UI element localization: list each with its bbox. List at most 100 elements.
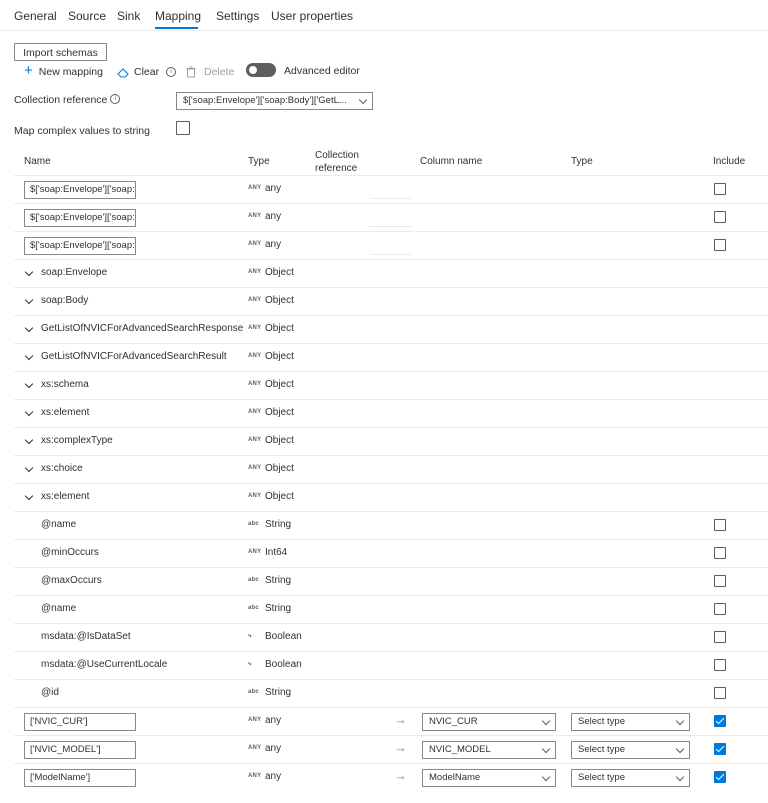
type-icon: ANY (248, 773, 262, 779)
type-label: Object (265, 407, 294, 418)
include-checkbox[interactable] (714, 659, 726, 671)
table-row: @maxOccurs abc String (14, 567, 768, 596)
type-icon: abc (248, 577, 259, 583)
chevron-down-icon[interactable] (24, 463, 34, 473)
name-path-input[interactable]: ['ModelName'] (24, 769, 136, 787)
new-mapping-label: New mapping (38, 66, 103, 78)
include-checkbox[interactable] (714, 239, 726, 251)
chevron-down-icon (541, 716, 551, 726)
type-icon: ANY (248, 549, 262, 555)
chevron-down-icon[interactable] (24, 491, 34, 501)
tab-sink[interactable]: Sink (117, 9, 140, 23)
tab-settings[interactable]: Settings (216, 9, 259, 23)
table-row: $['soap:Envelope']['soap: ANY any (14, 175, 768, 204)
type-label: any (265, 239, 282, 250)
sink-type-dropdown[interactable]: Select type (571, 741, 690, 759)
type-icon: abc (248, 689, 259, 695)
type-label: any (265, 771, 282, 782)
type-label: any (265, 211, 282, 222)
node-name: GetListOfNVICForAdvancedSearchResponse (41, 323, 244, 334)
column-name-dropdown[interactable]: NVIC_MODEL (422, 741, 556, 759)
include-checkbox[interactable] (714, 687, 726, 699)
type-icon: ANY (248, 717, 262, 723)
type-label: String (265, 575, 292, 586)
chevron-down-icon[interactable] (24, 407, 34, 417)
chevron-down-icon[interactable] (24, 323, 34, 333)
table-row: xs:element ANY Object (14, 483, 768, 512)
type-label: Int64 (265, 547, 288, 558)
type-label: Object (265, 323, 294, 334)
node-name: soap:Envelope (41, 267, 108, 278)
node-name: GetListOfNVICForAdvancedSearchResult (41, 351, 227, 362)
name-path-input[interactable]: $['soap:Envelope']['soap: (24, 181, 136, 199)
sink-type-dropdown[interactable]: Select type (571, 713, 690, 731)
type-label: String (265, 519, 292, 530)
table-row: $['soap:Envelope']['soap: ANY any (14, 203, 768, 232)
chevron-down-icon[interactable] (24, 351, 34, 361)
arrow-right-icon: → (394, 712, 407, 727)
tab-general[interactable]: General (14, 9, 57, 23)
type-icon: ANY (248, 381, 262, 387)
include-checkbox[interactable] (714, 519, 726, 531)
type-label: Object (265, 435, 294, 446)
name-path-input[interactable]: ['NVIC_MODEL'] (24, 741, 136, 759)
sink-type-value: Select type (578, 744, 625, 755)
type-icon: ANY (248, 297, 262, 303)
field-name: @minOccurs (41, 547, 99, 558)
type-icon: abc (248, 605, 259, 611)
header-include: Include (713, 156, 746, 167)
import-schemas-button[interactable]: Import schemas (14, 43, 107, 61)
table-row: msdata:@UseCurrentLocale ⤷ Boolean (14, 651, 768, 680)
name-path-input[interactable]: $['soap:Envelope']['soap: (24, 237, 136, 255)
chevron-down-icon[interactable] (24, 435, 34, 445)
include-checkbox[interactable] (714, 603, 726, 615)
clear-button[interactable]: Clear i (117, 64, 177, 80)
table-row: GetListOfNVICForAdvancedSearchResult ANY O… (14, 343, 768, 372)
chevron-down-icon[interactable] (24, 267, 34, 277)
include-checkbox[interactable] (714, 631, 726, 643)
new-mapping-button[interactable]: + New mapping (24, 63, 103, 80)
field-name: msdata:@IsDataSet (41, 631, 131, 642)
include-checkbox[interactable] (714, 575, 726, 587)
type-label: Object (265, 379, 294, 390)
tab-source[interactable]: Source (68, 9, 106, 23)
type-label: String (265, 603, 292, 614)
tab-mapping[interactable]: Mapping (155, 9, 201, 23)
column-name-dropdown[interactable]: ModelName (422, 769, 556, 787)
type-icon: ANY (248, 213, 262, 219)
type-icon: ANY (248, 465, 262, 471)
map-complex-checkbox[interactable] (176, 121, 190, 135)
table-row: soap:Body ANY Object (14, 287, 768, 316)
include-checkbox[interactable] (714, 547, 726, 559)
include-checkbox[interactable] (714, 743, 726, 755)
table-row: ['NVIC_CUR'] ANY any → NVIC_CUR Select type (14, 707, 768, 736)
include-checkbox[interactable] (714, 183, 726, 195)
chevron-down-icon[interactable] (24, 379, 34, 389)
delete-button[interactable]: Delete (186, 64, 234, 80)
header-collection-reference-line2: reference (315, 163, 358, 174)
type-label: Boolean (265, 659, 302, 670)
field-name: @name (41, 519, 77, 530)
advanced-editor-toggle[interactable] (246, 63, 276, 77)
sink-type-dropdown[interactable]: Select type (571, 769, 690, 787)
name-path-input[interactable]: ['NVIC_CUR'] (24, 713, 136, 731)
collection-reference-text: Collection reference (14, 94, 108, 106)
collection-reference-dropdown[interactable]: $['soap:Envelope']['soap:Body']['GetL... (176, 92, 373, 110)
collection-reference-cell (370, 198, 412, 199)
type-label: Object (265, 351, 294, 362)
trash-icon (186, 66, 196, 78)
toggle-knob (249, 66, 257, 74)
include-checkbox[interactable] (714, 211, 726, 223)
sink-type-value: Select type (578, 772, 625, 783)
tab-user-properties[interactable]: User properties (271, 9, 353, 23)
chevron-down-icon (541, 772, 551, 782)
name-path-input[interactable]: $['soap:Envelope']['soap: (24, 209, 136, 227)
header-sink-type: Type (571, 156, 593, 167)
table-row: xs:element ANY Object (14, 399, 768, 428)
include-checkbox[interactable] (714, 771, 726, 783)
column-name-dropdown[interactable]: NVIC_CUR (422, 713, 556, 731)
chevron-down-icon (675, 716, 685, 726)
include-checkbox[interactable] (714, 715, 726, 727)
column-name-value: NVIC_MODEL (429, 744, 491, 755)
chevron-down-icon[interactable] (24, 295, 34, 305)
